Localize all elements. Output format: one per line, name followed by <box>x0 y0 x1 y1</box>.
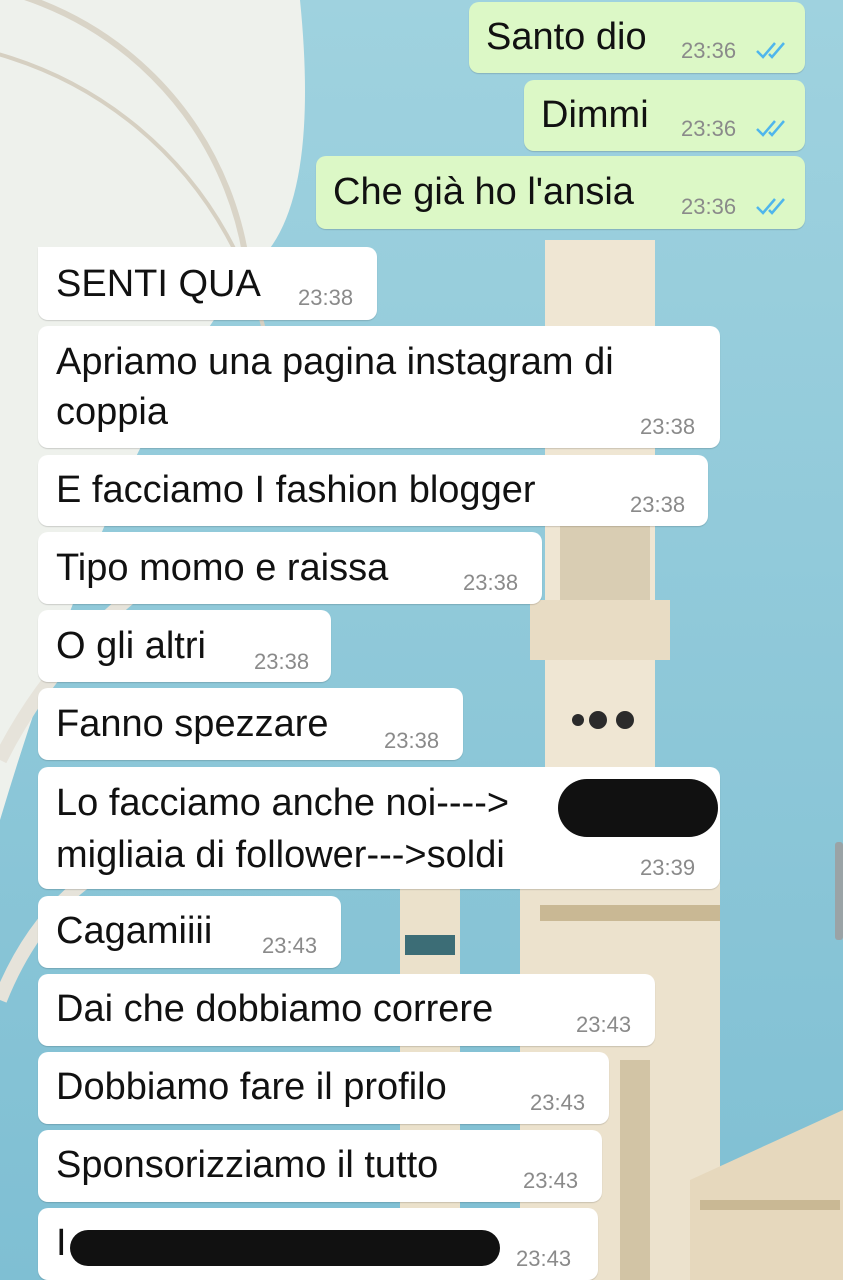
message-time: 23:43 <box>262 933 318 958</box>
message-bubble-incoming[interactable]: Dai che dobbiamo correre 23:43 <box>38 974 655 1046</box>
message-time: 23:36 <box>681 116 737 141</box>
message-time: 23:43 <box>523 1168 579 1193</box>
message-text-line2: migliaia di follower--->soldi <box>56 834 505 876</box>
message-text: Sponsorizziamo il tutto <box>56 1144 439 1186</box>
message-bubble-incoming[interactable]: Cagamiiii 23:43 <box>38 896 341 968</box>
message-time: 23:38 <box>630 492 686 517</box>
message-bubble-incoming[interactable]: Dobbiamo fare il profilo 23:43 <box>38 1052 609 1124</box>
double-check-icon <box>756 120 785 137</box>
message-time: 23:38 <box>640 414 696 439</box>
message-bubble-incoming[interactable]: Apriamo una pagina instagram di coppia 2… <box>38 326 720 448</box>
message-text: Tipo momo e raissa <box>56 547 389 589</box>
message-bubble-incoming[interactable]: SENTI QUA 23:38 <box>38 247 377 320</box>
message-time: 23:38 <box>254 649 310 674</box>
message-time: 23:38 <box>298 285 354 310</box>
message-bubble-incoming[interactable]: Tipo momo e raissa 23:38 <box>38 532 542 604</box>
message-text: Dai che dobbiamo correre <box>56 988 494 1030</box>
message-bubble-outgoing[interactable]: Che già ho l'ansia 23:36 <box>316 156 805 229</box>
message-text: E facciamo I fashion blogger <box>56 469 536 511</box>
message-bubble-incoming[interactable]: Lo facciamo anche noi----> migliaia di f… <box>38 767 720 889</box>
message-time: 23:36 <box>681 38 737 63</box>
message-text: Dimmi <box>541 94 649 136</box>
double-check-icon <box>756 198 785 215</box>
message-text: SENTI QUA <box>56 263 261 305</box>
message-time: 23:39 <box>640 855 696 880</box>
message-bubble-incoming[interactable]: O gli altri 23:38 <box>38 610 331 682</box>
message-bubble-incoming[interactable]: Sponsorizziamo il tutto 23:43 <box>38 1130 602 1202</box>
redaction-mark <box>70 1230 500 1266</box>
message-text: Santo dio <box>486 16 647 58</box>
message-text: Lo facciamo anche noi----> <box>56 782 510 824</box>
message-time: 23:36 <box>681 194 737 219</box>
message-time: 23:38 <box>384 728 440 753</box>
message-bubble-outgoing[interactable]: Dimmi 23:36 <box>524 80 805 151</box>
message-bubble-incoming[interactable]: E facciamo I fashion blogger 23:38 <box>38 455 708 526</box>
message-text: O gli altri <box>56 625 206 667</box>
message-bubble-incoming[interactable]: I 23:43 <box>38 1208 598 1280</box>
scrollbar-handle[interactable] <box>835 842 843 940</box>
message-text: Che già ho l'ansia <box>333 171 634 213</box>
message-bubble-incoming[interactable]: Fanno spezzare 23:38 <box>38 688 463 760</box>
message-text: I <box>56 1222 67 1264</box>
message-text-line2: coppia <box>56 391 168 433</box>
message-text: Apriamo una pagina instagram di <box>56 341 614 383</box>
message-time: 23:43 <box>576 1012 632 1037</box>
double-check-icon <box>756 42 785 59</box>
message-text: Cagamiiii <box>56 910 213 952</box>
message-text: Dobbiamo fare il profilo <box>56 1066 447 1108</box>
message-time: 23:38 <box>463 570 519 595</box>
message-time: 23:43 <box>516 1246 572 1271</box>
redaction-mark <box>558 779 718 837</box>
message-bubble-outgoing[interactable]: Santo dio 23:36 <box>469 2 805 73</box>
message-text: Fanno spezzare <box>56 703 329 745</box>
message-time: 23:43 <box>530 1090 586 1115</box>
